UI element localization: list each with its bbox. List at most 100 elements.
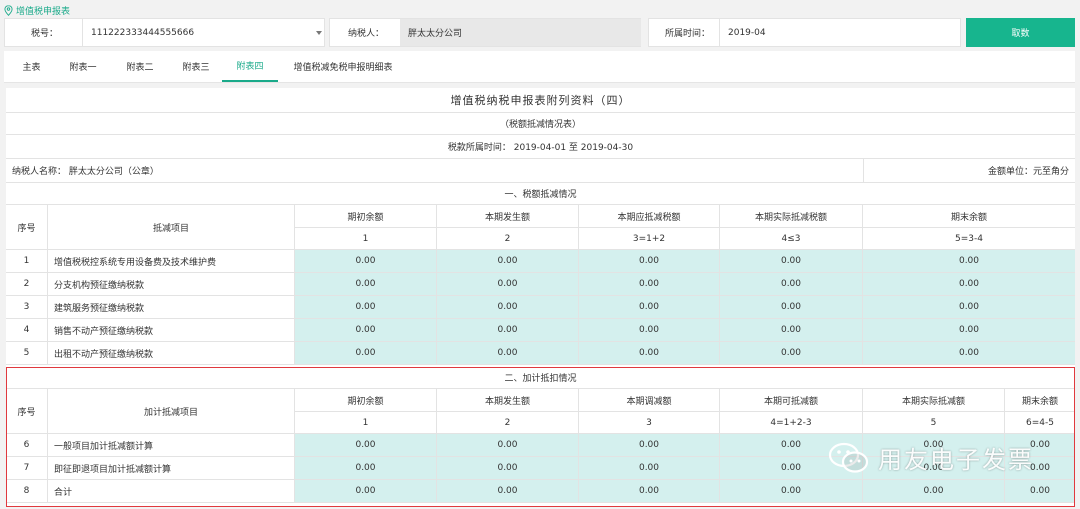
amount-cell[interactable]: 0.00 (295, 434, 437, 457)
col-code: 4≤3 (720, 228, 863, 250)
amount-cell[interactable]: 0.00 (295, 480, 437, 503)
row-item: 即征即退项目加计抵减额计算 (48, 457, 295, 480)
payer-name: 纳税人名称： 胖太太分公司（公章） (12, 167, 159, 177)
section2-heading: 二、加计抵扣情况 (504, 374, 577, 384)
amount-cell[interactable]: 0.00 (579, 480, 720, 503)
form-title: 增值税纳税申报表附列资料（四） (450, 94, 631, 107)
amount-cell[interactable]: 0.00 (579, 296, 720, 319)
breadcrumb[interactable]: 增值税申报表 (4, 3, 70, 17)
amount-cell[interactable]: 0.00 (863, 480, 1005, 503)
amount-cell[interactable]: 0.00 (437, 480, 579, 503)
col-header: 本期调减额 (579, 389, 720, 412)
amount-cell[interactable]: 0.00 (437, 457, 579, 480)
amount-cell[interactable]: 0.00 (437, 296, 579, 319)
row-seq: 1 (6, 250, 48, 273)
tax-id-select[interactable]: 111222333444555666 (91, 28, 194, 38)
col-header: 期末余额 (1005, 389, 1075, 412)
amount-cell[interactable]: 0.00 (295, 273, 437, 296)
tax-id-field[interactable]: 税号： 111222333444555666 (4, 18, 325, 47)
tab-bar: 主表 附表一 附表二 附表三 附表四 增值税减免税申报明细表 (4, 51, 1075, 83)
amount-cell[interactable]: 0.00 (579, 319, 720, 342)
amount-cell[interactable]: 0.00 (579, 457, 720, 480)
amount-cell[interactable]: 0.00 (437, 434, 579, 457)
fetch-data-button[interactable]: 取数 (966, 18, 1075, 47)
period-label: 所属时间： (665, 29, 711, 39)
section2-heading-row: 二、加计抵扣情况 (6, 367, 1075, 389)
tab-schedule-3[interactable]: 附表三 (168, 51, 224, 82)
divider (863, 159, 864, 183)
amount-cell[interactable]: 0.00 (579, 434, 720, 457)
section1-heading: 一、税额抵减情况 (504, 190, 577, 200)
col-header: 本期实际抵减额 (863, 389, 1005, 412)
row-seq: 3 (6, 296, 48, 319)
amount-cell[interactable]: 0.00 (579, 273, 720, 296)
amount-cell[interactable]: 0.00 (295, 319, 437, 342)
row-item: 销售不动产预征缴纳税款 (48, 319, 295, 342)
row-item: 建筑服务预征缴纳税款 (48, 296, 295, 319)
watermark: 用友电子发票 (828, 440, 1034, 475)
col-code: 2 (437, 412, 579, 434)
amount-cell[interactable]: 0.00 (1005, 480, 1075, 503)
amount-cell[interactable]: 0.00 (437, 273, 579, 296)
col-code: 4=1+2-3 (720, 412, 863, 434)
amount-cell[interactable]: 0.00 (863, 319, 1075, 342)
row-item: 分支机构预征缴纳税款 (48, 273, 295, 296)
chevron-down-icon[interactable] (316, 31, 322, 35)
col-code: 1 (295, 228, 437, 250)
amount-cell[interactable]: 0.00 (437, 342, 579, 365)
amount-cell[interactable]: 0.00 (720, 480, 863, 503)
tab-schedule-1[interactable]: 附表一 (56, 51, 110, 82)
amount-cell[interactable]: 0.00 (720, 319, 863, 342)
amount-cell[interactable]: 0.00 (579, 250, 720, 273)
tax-id-label: 税号： (31, 29, 59, 39)
amount-cell[interactable]: 0.00 (720, 342, 863, 365)
row-item: 增值税税控系统专用设备费及技术维护费 (48, 250, 295, 273)
col-header: 本期可抵减额 (720, 389, 863, 412)
amount-cell[interactable]: 0.00 (720, 250, 863, 273)
amount-cell[interactable]: 0.00 (863, 273, 1075, 296)
col-item-header: 抵减项目 (48, 205, 295, 250)
amount-cell[interactable]: 0.00 (437, 250, 579, 273)
col-seq-header: 序号 (6, 205, 48, 250)
amount-cell[interactable]: 0.00 (295, 457, 437, 480)
tab-schedule-4[interactable]: 附表四 (222, 51, 278, 82)
amount-cell[interactable]: 0.00 (295, 296, 437, 319)
tab-main[interactable]: 主表 (10, 51, 53, 82)
col-code: 1 (295, 412, 437, 434)
amount-cell[interactable]: 0.00 (295, 250, 437, 273)
col-code: 3=1+2 (579, 228, 720, 250)
amount-cell[interactable]: 0.00 (863, 250, 1075, 273)
amount-cell[interactable]: 0.00 (720, 296, 863, 319)
payer-label: 纳税人： (348, 29, 385, 39)
col-header: 本期发生额 (437, 205, 579, 228)
col-code: 6=4-5 (1005, 412, 1075, 434)
form-period: 税款所属时间： 2019-04-01 至 2019-04-30 (447, 143, 634, 153)
period-input[interactable]: 2019-04 (728, 28, 766, 38)
breadcrumb-label: 增值税申报表 (16, 6, 71, 17)
row-seq: 2 (6, 273, 48, 296)
tab-tax-relief-detail[interactable]: 增值税减免税申报明细表 (284, 51, 402, 82)
col-header: 本期发生额 (437, 389, 579, 412)
col-header: 本期应抵减税额 (579, 205, 720, 228)
divider (719, 19, 720, 46)
form-period-row: 税款所属时间： 2019-04-01 至 2019-04-30 (6, 135, 1075, 159)
amount-cell[interactable]: 0.00 (579, 342, 720, 365)
col-code: 5=3-4 (863, 228, 1075, 250)
col-code: 3 (579, 412, 720, 434)
form-title-row: 增值税纳税申报表附列资料（四） (6, 88, 1075, 113)
amount-cell[interactable]: 0.00 (863, 342, 1075, 365)
amount-cell[interactable]: 0.00 (437, 319, 579, 342)
col-header: 期末余额 (863, 205, 1075, 228)
wechat-icon (828, 442, 869, 473)
amount-cell[interactable]: 0.00 (295, 342, 437, 365)
row-item: 出租不动产预征缴纳税款 (48, 342, 295, 365)
tab-schedule-2[interactable]: 附表二 (112, 51, 168, 82)
divider (82, 19, 83, 46)
watermark-text: 用友电子发票 (878, 446, 1034, 474)
row-seq: 4 (6, 319, 48, 342)
col-header: 期初余额 (295, 205, 437, 228)
period-field[interactable]: 所属时间： 2019-04 (648, 18, 961, 47)
amount-cell[interactable]: 0.00 (863, 296, 1075, 319)
amount-cell[interactable]: 0.00 (720, 273, 863, 296)
col-header: 本期实际抵减税额 (720, 205, 863, 228)
